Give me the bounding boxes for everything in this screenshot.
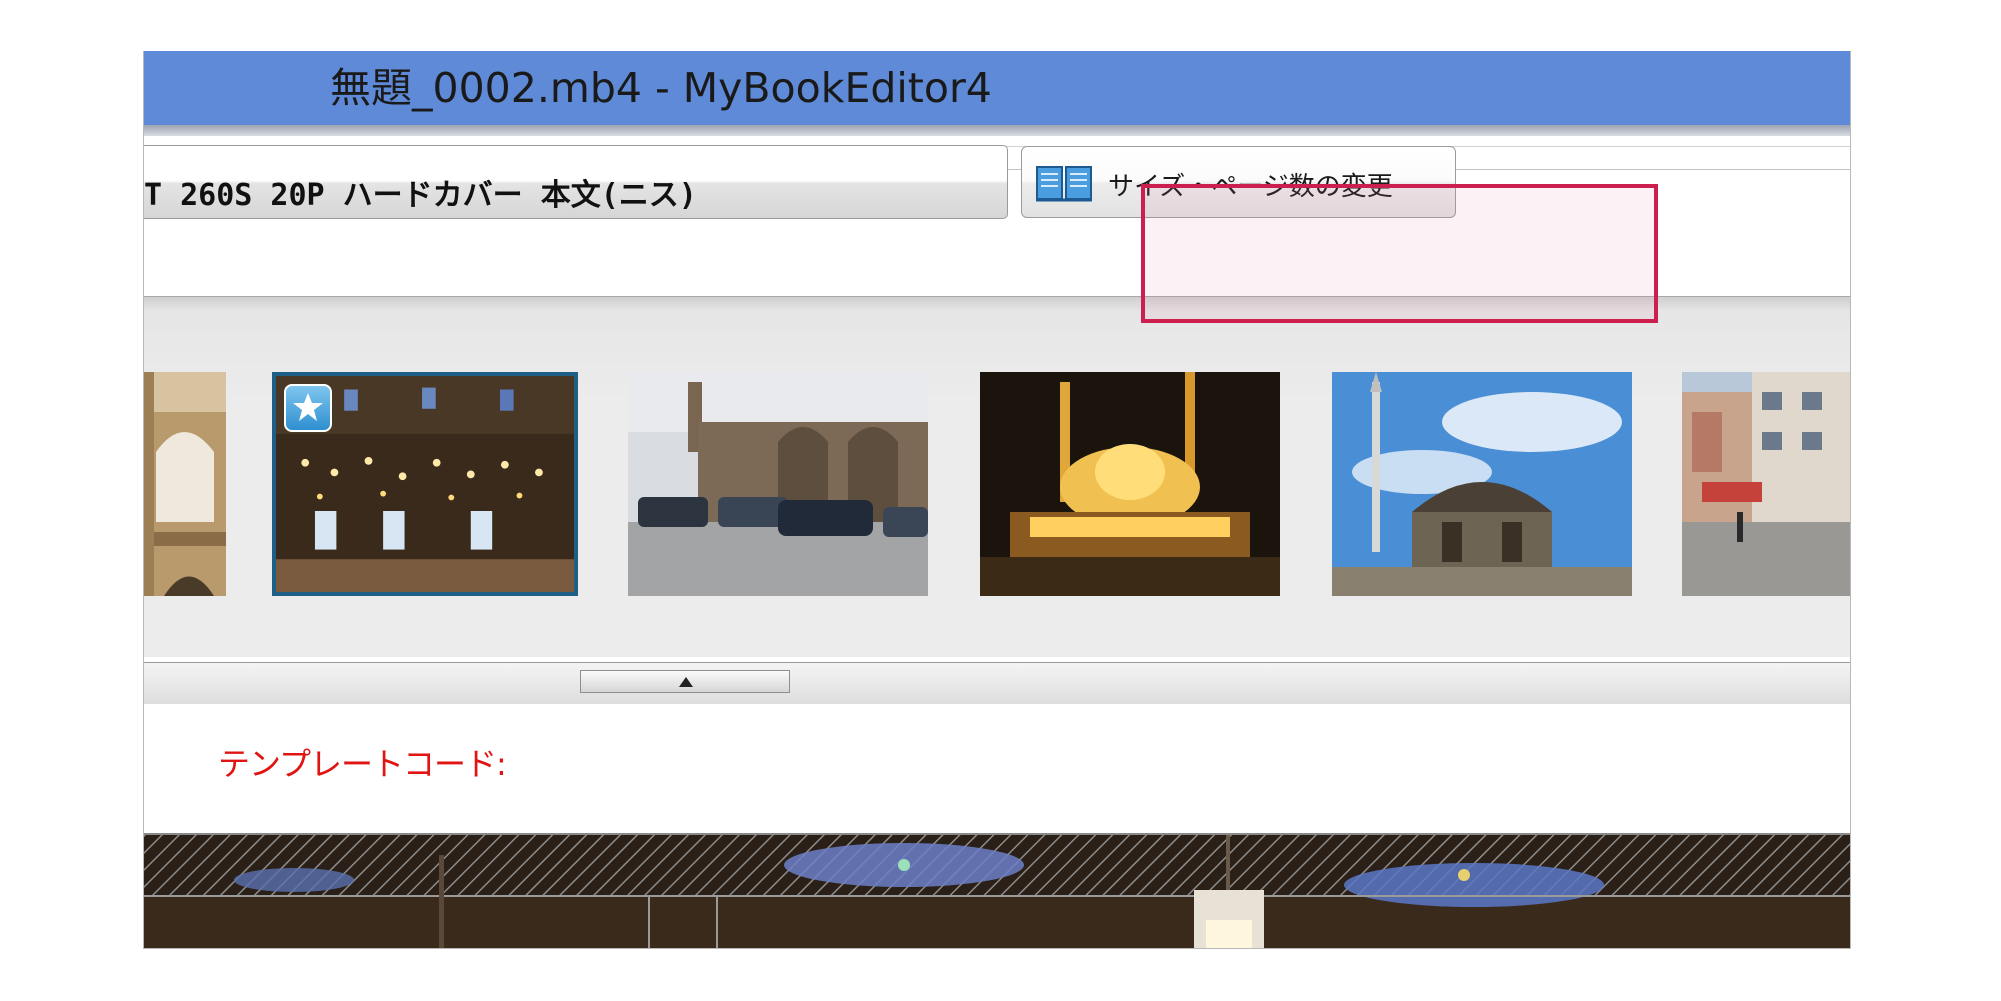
app-window: 無題_0002.mb4 - MyBookEditor4 T 260S 20P ハ…: [143, 51, 1851, 949]
photo-strip-footer: [144, 662, 1850, 708]
highlight-callout-box: [1141, 184, 1658, 323]
collapse-panel-handle[interactable]: [580, 670, 790, 693]
photo-strip: [144, 296, 1850, 708]
star-badge: [284, 384, 332, 432]
template-code-label: テンプレートコード:: [218, 745, 507, 783]
product-selector[interactable]: T 260S 20P ハードカバー 本文(ニス): [144, 145, 1008, 219]
template-info-row: テンプレートコード:: [144, 704, 1850, 832]
photo-thumbnail-mosque-night[interactable]: [980, 372, 1280, 596]
page-canvas-preview[interactable]: [144, 833, 1850, 948]
photo-thumbnail-colosseum[interactable]: [144, 372, 226, 596]
triangle-up-icon: [679, 677, 693, 687]
window-title: 無題_0002.mb4 - MyBookEditor4: [330, 64, 992, 112]
photo-thumbnail-street[interactable]: [1682, 372, 1850, 596]
title-bar: 無題_0002.mb4 - MyBookEditor4: [144, 51, 1850, 125]
photo-thumbnail-mosque-interior[interactable]: [272, 372, 578, 596]
book-icon: [1036, 166, 1092, 202]
product-label: T 260S 20P ハードカバー 本文(ニス): [144, 178, 697, 213]
photo-thumbnail-ruins[interactable]: [628, 372, 928, 596]
title-bar-shadow: [144, 125, 1850, 136]
star-icon: [293, 393, 323, 421]
photo-thumbnail-fountain[interactable]: [1332, 372, 1632, 596]
